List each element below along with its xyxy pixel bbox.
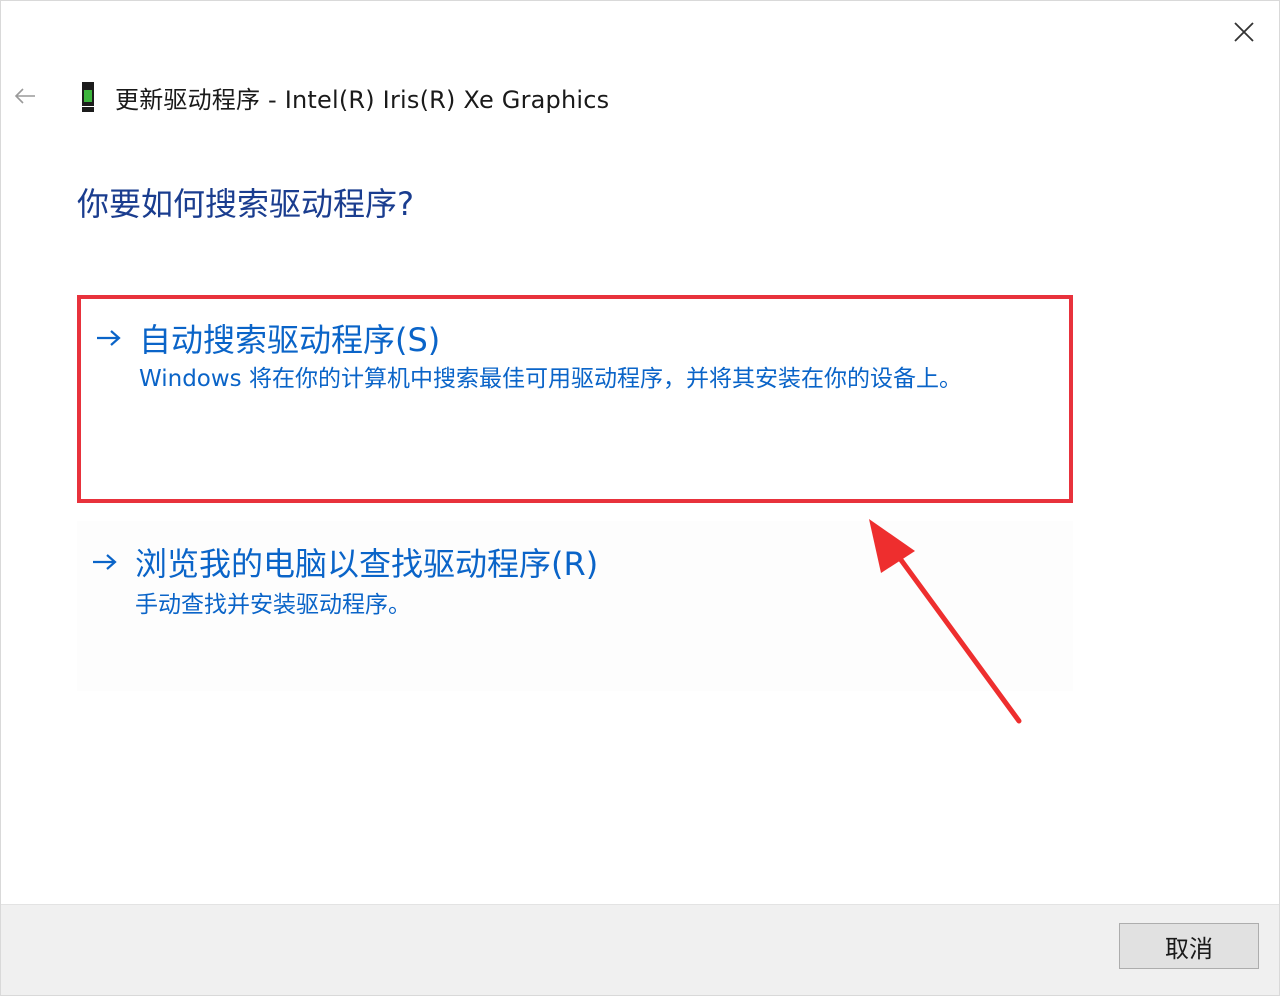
update-driver-dialog: 更新驱动程序 - Intel(R) Iris(R) Xe Graphics 你要…: [0, 0, 1280, 996]
auto-search-option[interactable]: 自动搜索驱动程序(S) Windows 将在你的计算机中搜索最佳可用驱动程序，并…: [77, 295, 1073, 503]
close-icon: [1234, 22, 1254, 42]
display-adapter-icon: [79, 80, 97, 114]
browse-computer-option[interactable]: 浏览我的电脑以查找驱动程序(R) 手动查找并安装驱动程序。: [77, 521, 1073, 691]
back-arrow-icon: [14, 88, 35, 104]
arrow-right-icon: [91, 547, 123, 577]
close-button[interactable]: [1221, 11, 1267, 53]
back-button[interactable]: [9, 81, 41, 111]
browse-computer-title: 浏览我的电脑以查找驱动程序(R): [135, 545, 599, 583]
auto-search-title: 自动搜索驱动程序(S): [139, 321, 441, 359]
auto-search-description: Windows 将在你的计算机中搜索最佳可用驱动程序，并将其安装在你的设备上。: [139, 366, 962, 392]
dialog-title-row: 更新驱动程序 - Intel(R) Iris(R) Xe Graphics: [79, 79, 609, 115]
browse-computer-description: 手动查找并安装驱动程序。: [135, 592, 411, 618]
page-heading: 你要如何搜索驱动程序?: [77, 185, 414, 223]
arrow-right-icon: [95, 323, 127, 353]
cancel-button[interactable]: 取消: [1119, 923, 1259, 969]
dialog-title: 更新驱动程序 - Intel(R) Iris(R) Xe Graphics: [115, 85, 610, 114]
dialog-footer: 取消: [1, 904, 1279, 995]
